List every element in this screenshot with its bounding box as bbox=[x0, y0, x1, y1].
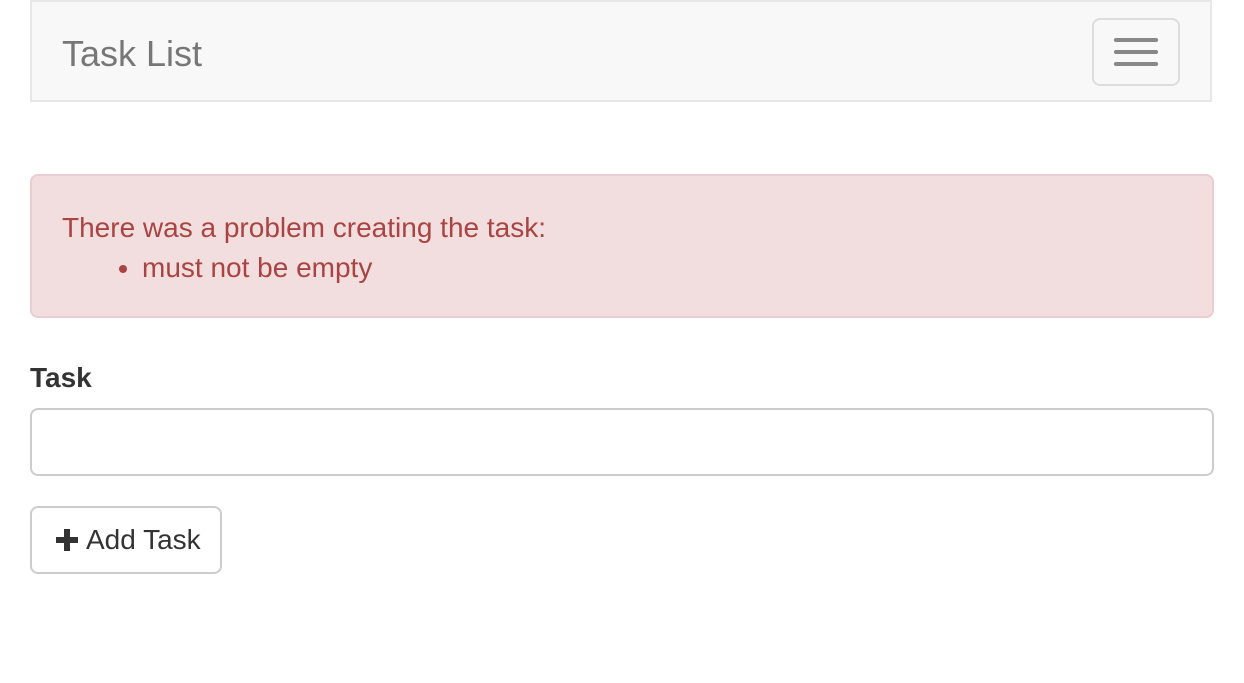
hamburger-menu-icon-bar bbox=[1114, 50, 1158, 54]
hamburger-menu-icon-bar bbox=[1114, 62, 1158, 66]
page: Task List There was a problem creating t… bbox=[0, 0, 1244, 683]
hamburger-menu-icon bbox=[1114, 38, 1158, 42]
add-task-button[interactable]: Add Task bbox=[30, 506, 222, 574]
plus-icon bbox=[56, 529, 78, 551]
add-task-button-label: Add Task bbox=[86, 524, 201, 555]
error-alert: There was a problem creating the task: m… bbox=[30, 174, 1214, 318]
task-input[interactable] bbox=[30, 408, 1214, 476]
alert-heading: There was a problem creating the task: bbox=[62, 212, 547, 243]
navbar-toggle-button[interactable] bbox=[1092, 18, 1180, 86]
error-item: must not be empty bbox=[142, 248, 1182, 288]
error-list: must not be empty bbox=[62, 248, 1182, 288]
navbar: Task List bbox=[30, 0, 1212, 102]
task-label: Task bbox=[30, 362, 92, 393]
navbar-brand[interactable]: Task List bbox=[62, 32, 202, 76]
